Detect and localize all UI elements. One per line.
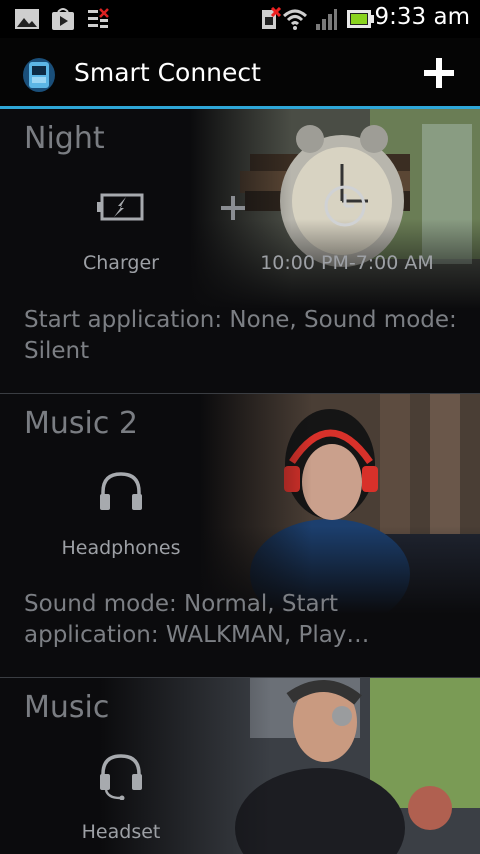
clock-icon xyxy=(324,185,366,227)
status-bar: 9:33 am xyxy=(0,0,480,38)
gallery-icon xyxy=(15,9,39,29)
condition-label: Headphones xyxy=(61,537,181,559)
app-title: Smart Connect xyxy=(74,58,261,87)
battery-icon xyxy=(347,10,374,28)
no-sim-icon xyxy=(262,7,282,29)
charger-icon xyxy=(97,193,144,221)
plus-connector-icon xyxy=(221,196,245,220)
action-bar: Smart Connect xyxy=(0,38,480,106)
condition-label: 10:00 PM-7:00 AM xyxy=(260,252,434,274)
smart-connect-logo[interactable] xyxy=(22,56,56,94)
headset-icon xyxy=(100,754,142,800)
condition-label: Charger xyxy=(83,252,159,274)
woman-headphones-photo xyxy=(200,394,480,614)
event-card-music-2[interactable]: Music 2 Headphones Sound mode: Normal, S… xyxy=(0,394,480,677)
signal-icon xyxy=(316,9,337,30)
status-time: 9:33 am xyxy=(374,4,470,30)
event-card-night[interactable]: Night Charger 10:00 PM-7:00 AM Start app… xyxy=(0,109,480,393)
play-store-icon xyxy=(52,8,74,30)
event-card-music[interactable]: Music Headset xyxy=(0,678,480,854)
event-description: Sound mode: Normal, Start application: W… xyxy=(24,591,370,648)
event-title: Music xyxy=(24,690,110,725)
event-description: Start application: None, Sound mode: Sil… xyxy=(24,307,457,364)
headphones-icon xyxy=(100,472,142,510)
event-title: Night xyxy=(24,121,105,156)
task-icon xyxy=(88,8,109,28)
condition-label: Headset xyxy=(81,821,161,843)
event-title: Music 2 xyxy=(24,406,138,441)
plus-icon[interactable] xyxy=(422,56,456,90)
wifi-icon xyxy=(282,9,308,30)
